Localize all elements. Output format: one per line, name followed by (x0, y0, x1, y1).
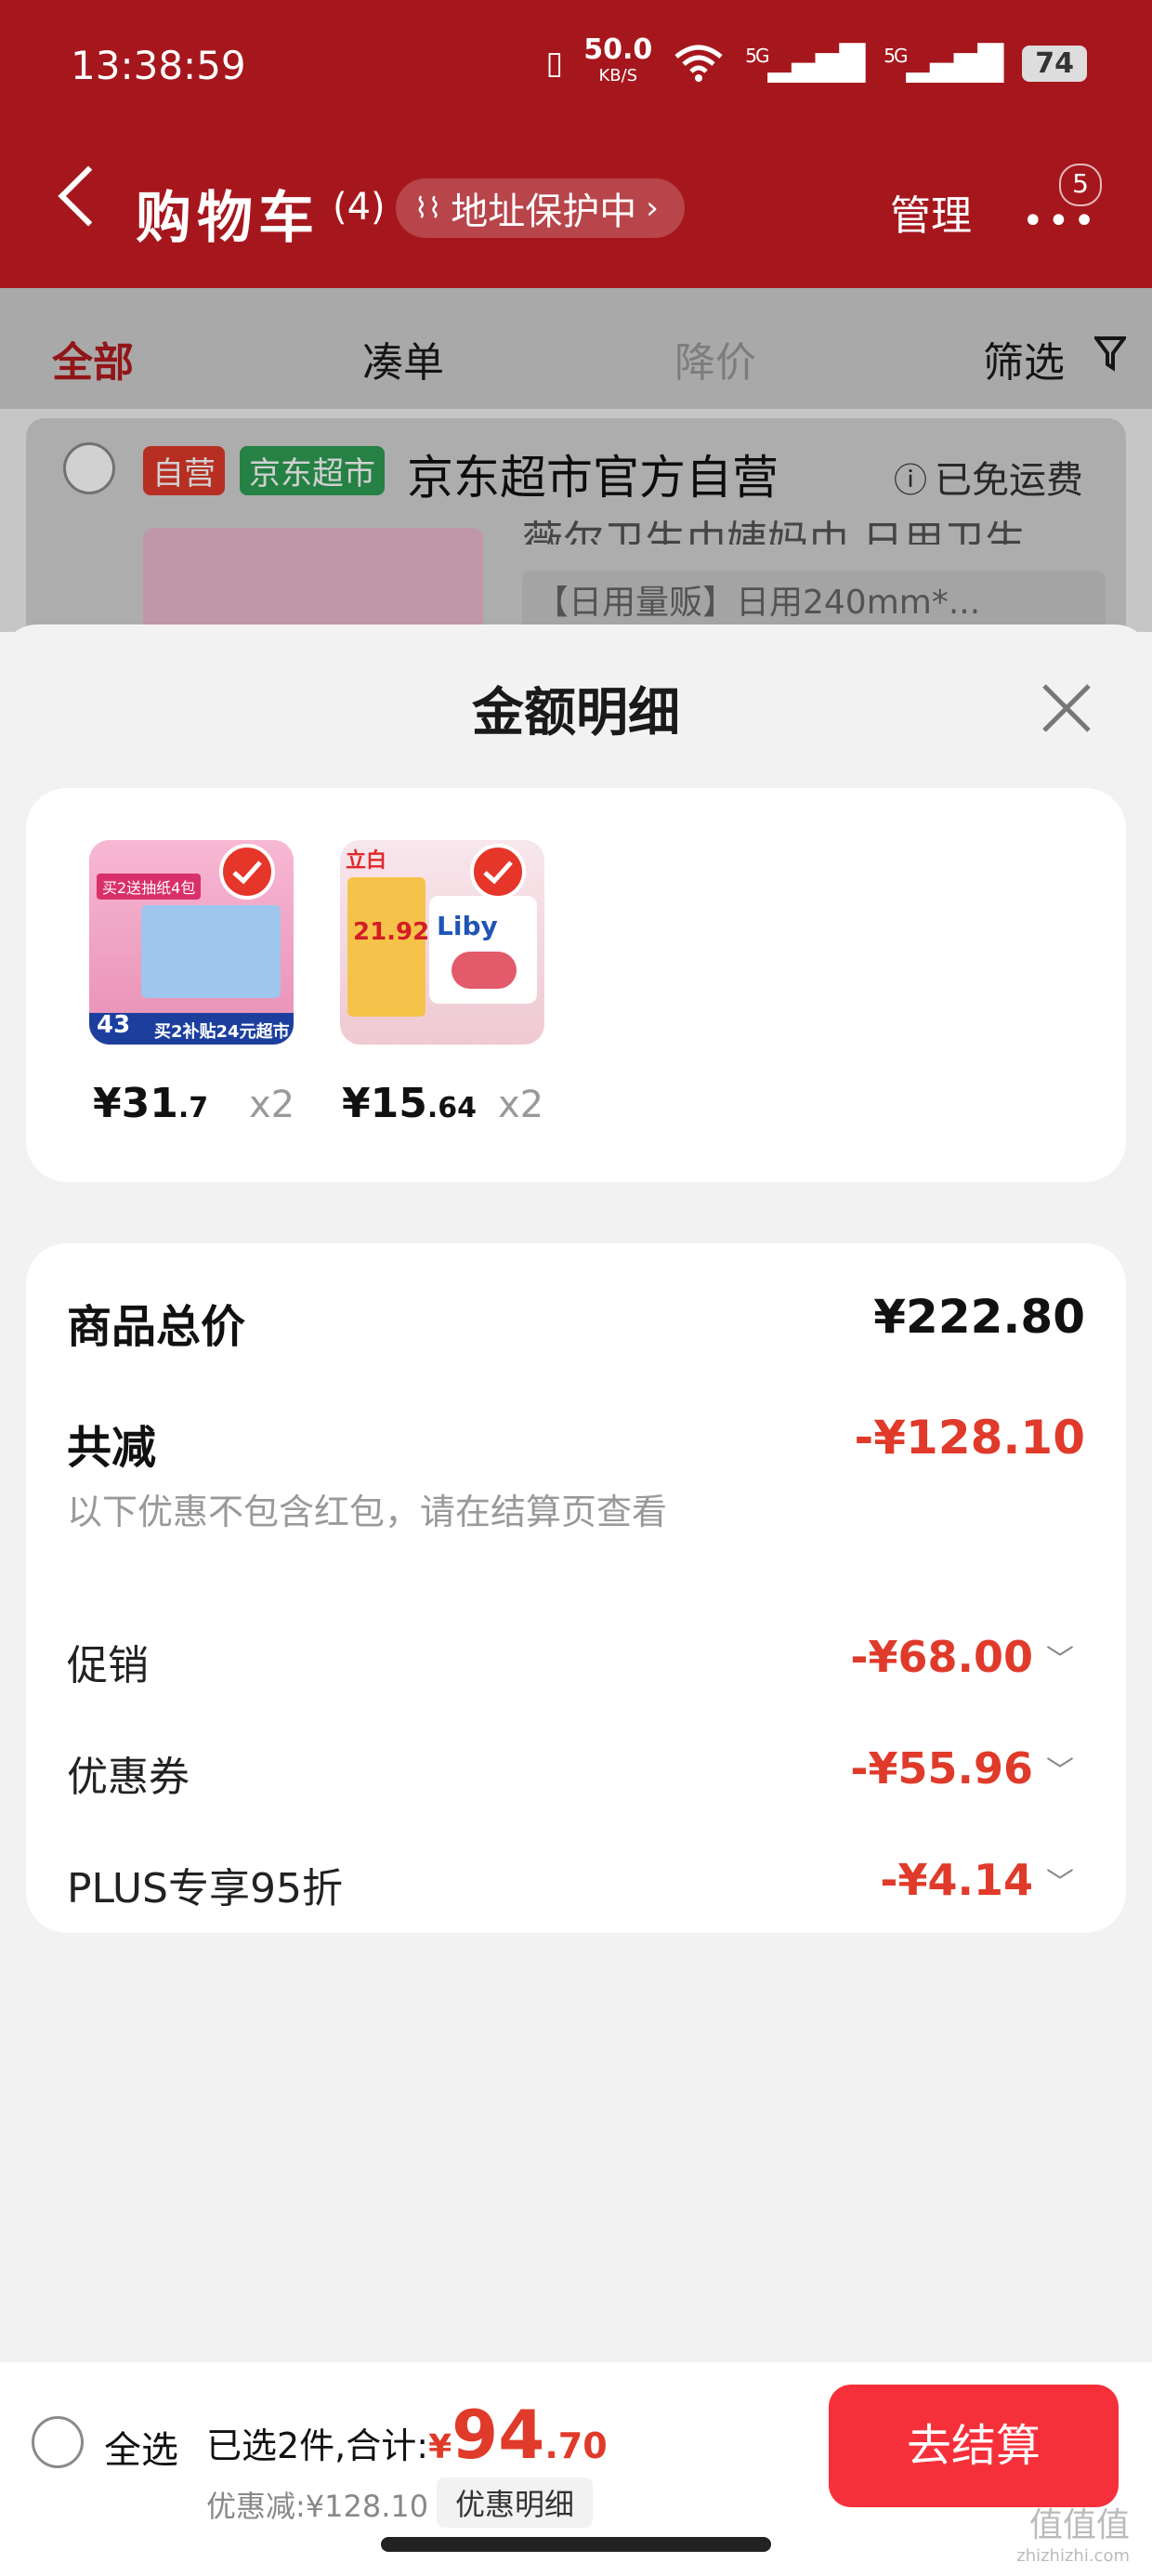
total-amount-int: 94 (452, 2396, 545, 2474)
promo-row[interactable]: -¥68.00 ﹀ (850, 1632, 1074, 1682)
selected-count-text: 已选2件,合计: (206, 2425, 429, 2466)
discount-detail-button[interactable]: 优惠明细 (437, 2477, 594, 2528)
reduce-value: -¥128.10 (854, 1411, 1086, 1465)
cart-count: (4) (333, 186, 386, 229)
sheet-title: 金额明细 (472, 683, 680, 743)
chevron-down-icon: ﹀ (1046, 1755, 1074, 1788)
items-card: 买2送抽纸4包 43 买2补贴24元超市卡 ¥31.7 x2 立白 21.92 … (26, 788, 1126, 1182)
plus-row-label: PLUS专享95折 (67, 1865, 343, 1912)
signal-icon-2: 5G▂▄▆█ (884, 44, 1003, 83)
chevron-down-icon: ﹀ (1046, 1867, 1074, 1899)
shield-wave-icon: ⌇⌇ (414, 191, 442, 225)
status-time: 13:38:59 (71, 43, 246, 88)
coupon-row[interactable]: -¥55.96 ﹀ (850, 1743, 1074, 1794)
dim-overlay (0, 288, 1152, 632)
amount-detail-sheet: 金额明细 买2送抽纸4包 43 买2补贴24元超市卡 ¥31.7 x2 立白 2… (0, 624, 1152, 2362)
manage-button[interactable]: 管理 (890, 182, 972, 242)
close-icon[interactable] (1039, 680, 1094, 736)
watermark: 值值值 zhizhizhi.com (1016, 2506, 1130, 2566)
item-qty: x2 (498, 1084, 544, 1126)
item-qty: x2 (249, 1084, 295, 1126)
discount-rows-card: 促销 -¥68.00 ﹀ 优惠券 -¥55.96 ﹀ PLUS专享95折 -¥4… (26, 1595, 1126, 1933)
discount-text: 优惠减:¥128.10 (206, 2489, 429, 2524)
reduce-label: 共减 (67, 1422, 157, 1474)
checkout-button[interactable]: 去结算 (829, 2385, 1119, 2507)
select-all-label[interactable]: 全选 (104, 2420, 178, 2474)
page-title: 购物车 (136, 186, 320, 251)
total-summary: 已选2件,合计: ¥ 94 .70 (206, 2396, 608, 2474)
vibrate-icon: ▯ (545, 45, 564, 82)
coupon-row-label: 优惠券 (67, 1754, 190, 1801)
thumb-promo-tag: 买2送抽纸4包 (97, 874, 202, 900)
total-value: ¥222.80 (873, 1290, 1085, 1344)
address-protect-label: 地址保护中 (451, 191, 637, 233)
promo-row-label: 促销 (67, 1642, 149, 1689)
chevron-down-icon: ﹀ (1046, 1644, 1074, 1676)
selected-check-icon (219, 844, 275, 900)
network-speed: 50.0 KB/S (583, 33, 653, 86)
coupon-row-value: -¥55.96 (850, 1743, 1033, 1794)
battery-icon: 74 (1022, 45, 1087, 82)
signal-icon: 5G▂▄▆█ (745, 44, 865, 83)
plus-row-value: -¥4.14 (880, 1855, 1033, 1905)
chevron-right-icon: › (646, 190, 659, 227)
plus-row[interactable]: -¥4.14 ﹀ (880, 1855, 1074, 1905)
promo-row-value: -¥68.00 (850, 1632, 1033, 1682)
currency-symbol: ¥ (428, 2428, 452, 2466)
more-icon[interactable]: ••• (1022, 200, 1099, 243)
total-label: 商品总价 (67, 1301, 246, 1353)
selected-check-icon (470, 844, 526, 900)
item-price: ¥31.7 (93, 1080, 209, 1127)
total-amount-dec: .70 (544, 2425, 608, 2466)
address-protect-pill[interactable]: ⌇⌇ 地址保护中 › (396, 178, 685, 238)
status-icons: ▯ 50.0 KB/S 5G▂▄▆█ 5G▂▄▆█ 74 (545, 33, 1087, 89)
reduce-note: 以下优惠不包含红包，请在结算页查看 (67, 1492, 668, 1532)
wifi-icon (674, 45, 723, 82)
item-price: ¥15.64 (342, 1080, 478, 1127)
select-all-radio[interactable] (32, 2416, 84, 2468)
home-indicator[interactable] (381, 2537, 771, 2552)
message-badge: 5 (1059, 164, 1102, 206)
price-summary-card: 商品总价 ¥222.80 共减 -¥128.10 以下优惠不包含红包，请在结算页… (26, 1243, 1126, 1632)
